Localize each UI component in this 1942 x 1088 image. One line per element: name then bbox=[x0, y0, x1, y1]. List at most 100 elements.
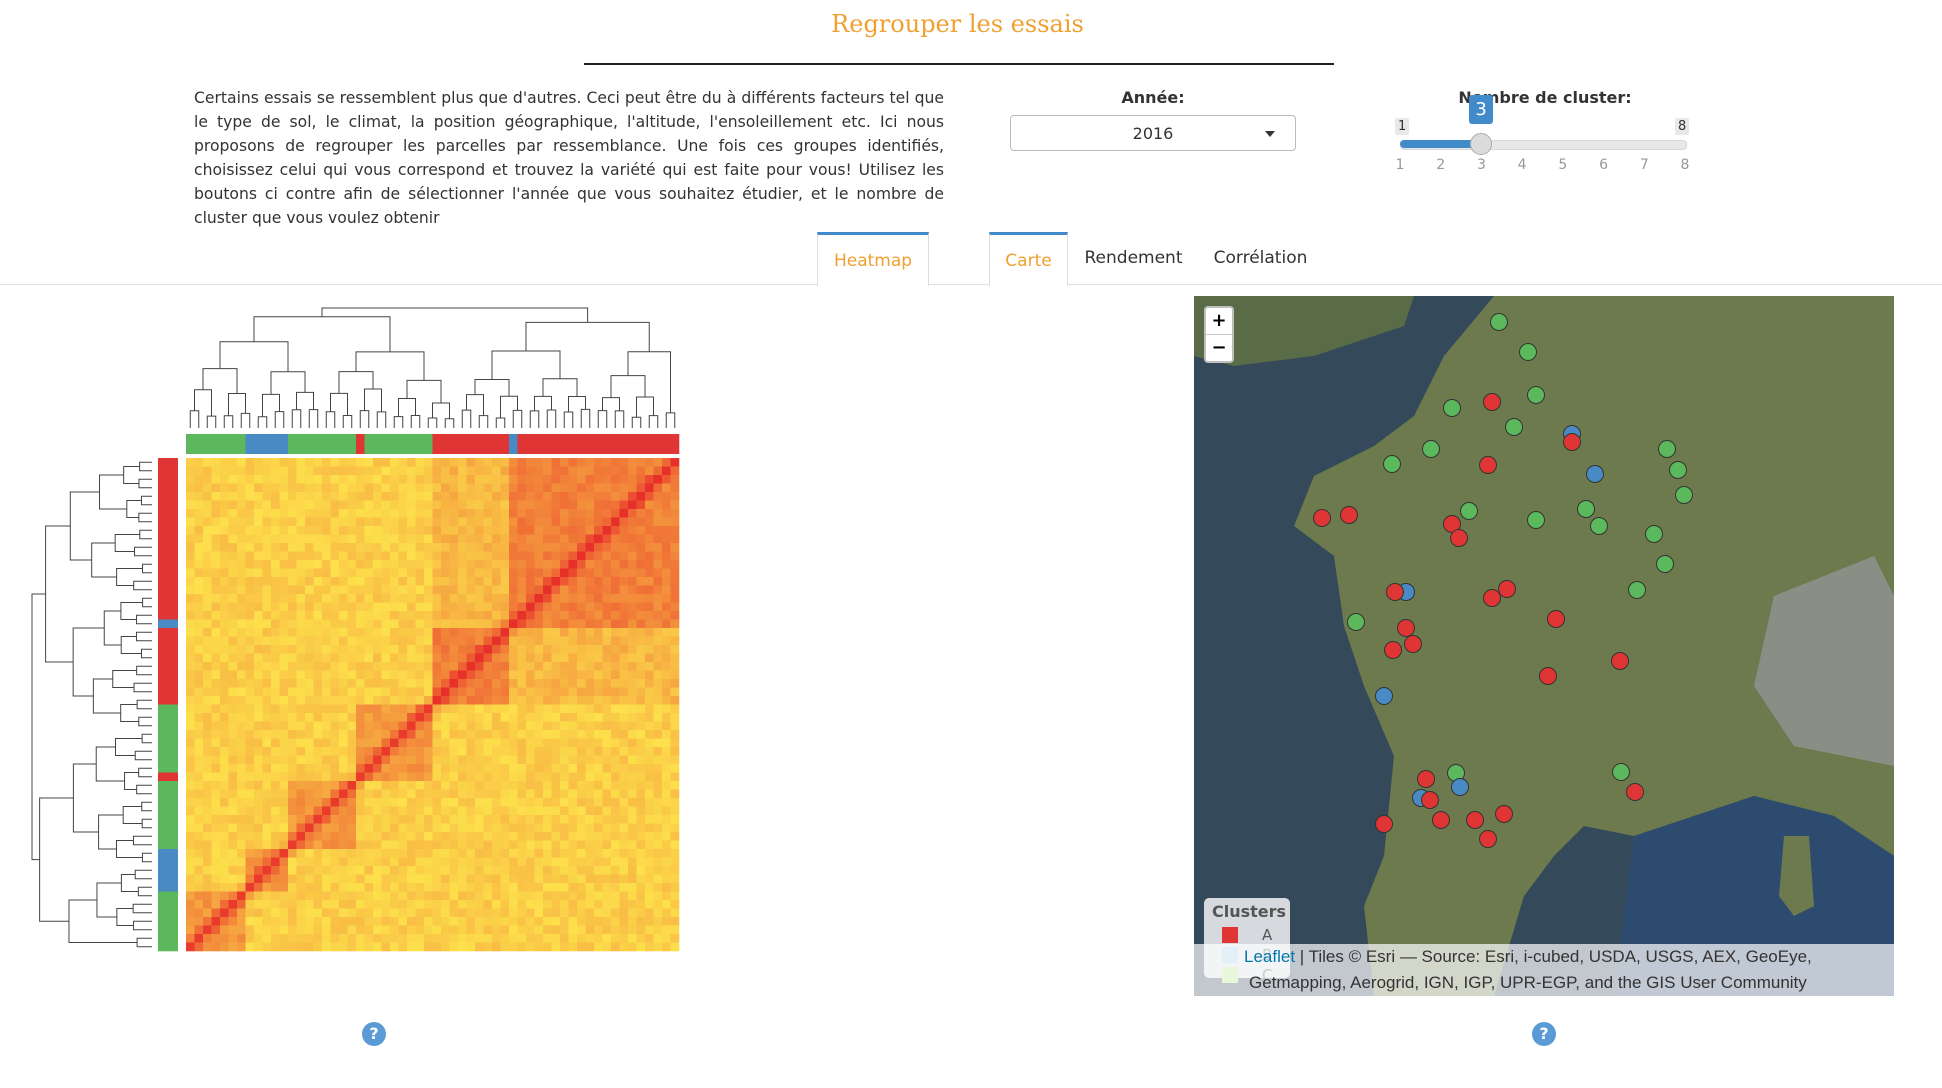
tab-rendement[interactable]: Rendement bbox=[1080, 232, 1187, 285]
slider-fill bbox=[1400, 140, 1482, 148]
heatmap-cell bbox=[271, 815, 280, 824]
heatmap-cell bbox=[186, 772, 195, 782]
tab-heatmap[interactable]: Heatmap bbox=[817, 232, 929, 286]
heatmap-cell bbox=[636, 526, 646, 535]
heatmap-cell bbox=[509, 687, 518, 697]
slider-handle[interactable] bbox=[1470, 133, 1493, 155]
heatmap-cell bbox=[662, 917, 671, 926]
dendrogram-branch bbox=[461, 409, 472, 428]
attribution-text-2: Getmapping, Aerogrid, IGN, IGP, UPR-EGP,… bbox=[1249, 973, 1807, 992]
heatmap-cell bbox=[390, 577, 399, 586]
map-marker bbox=[1466, 811, 1484, 829]
heatmap-cell bbox=[466, 687, 476, 697]
heatmap-cell bbox=[271, 687, 280, 697]
heatmap-cell bbox=[305, 738, 314, 748]
heatmap-cell bbox=[611, 934, 620, 943]
heatmap-cell bbox=[330, 883, 340, 892]
heatmap-cell bbox=[509, 832, 518, 841]
heatmap-cell bbox=[271, 891, 280, 901]
heatmap-cell bbox=[560, 721, 569, 731]
heatmap-cell bbox=[279, 483, 289, 493]
heatmap-cell bbox=[509, 696, 518, 705]
heatmap-cell bbox=[305, 781, 314, 790]
heatmap-cell bbox=[475, 619, 484, 629]
heatmap-cell bbox=[262, 636, 272, 646]
heatmap-cell bbox=[619, 908, 629, 918]
tab-correlation[interactable]: Corrélation bbox=[1208, 232, 1313, 285]
heatmap-cell bbox=[475, 866, 484, 875]
heatmap-cell bbox=[356, 738, 365, 748]
heatmap-cell bbox=[186, 849, 195, 858]
heatmap-cell bbox=[475, 483, 484, 493]
heatmap-cell bbox=[509, 755, 518, 765]
heatmap-cell bbox=[662, 517, 671, 527]
map-marker bbox=[1460, 502, 1478, 520]
heatmap-cell bbox=[194, 704, 204, 714]
heatmap-cell bbox=[662, 687, 671, 697]
year-select[interactable]: 2016 bbox=[1010, 115, 1296, 151]
heatmap-cell bbox=[220, 585, 229, 595]
dendrogram-branch bbox=[136, 699, 152, 710]
tab-carte[interactable]: Carte bbox=[989, 232, 1068, 286]
heatmap-cell bbox=[424, 704, 433, 714]
heatmap-cell bbox=[313, 772, 323, 782]
map-tiles[interactable] bbox=[1194, 296, 1894, 996]
heatmap-cell bbox=[228, 526, 238, 535]
heatmap-cell bbox=[390, 492, 399, 501]
heatmap-cell bbox=[228, 755, 238, 765]
heatmap-cell bbox=[526, 636, 535, 646]
leaflet-link[interactable]: Leaflet bbox=[1244, 947, 1295, 966]
heatmap-cell bbox=[560, 560, 569, 569]
heatmap-cell bbox=[636, 857, 646, 867]
heatmap-cell bbox=[262, 883, 272, 892]
heatmap-cell bbox=[347, 636, 357, 646]
heatmap-cell bbox=[594, 534, 603, 544]
heatmap-cell bbox=[449, 908, 459, 918]
heatmap-cell bbox=[534, 483, 544, 493]
heatmap-cell bbox=[415, 942, 425, 952]
heatmap-cell bbox=[339, 934, 348, 943]
heatmap-cell bbox=[228, 764, 238, 773]
heatmap-cell bbox=[449, 679, 459, 688]
page-title: Regrouper les essais bbox=[831, 10, 1084, 38]
map-marker bbox=[1375, 687, 1393, 705]
heatmap-cell bbox=[662, 738, 671, 748]
map-marker bbox=[1450, 529, 1468, 547]
heatmap-cell bbox=[398, 721, 408, 731]
heatmap-cell bbox=[245, 806, 255, 816]
heatmap-cell bbox=[585, 687, 595, 697]
heatmap-cell bbox=[492, 721, 501, 731]
heatmap-cell bbox=[237, 781, 246, 790]
cluster-map[interactable]: + − Clusters A B C Leaflet | Tiles © Esr… bbox=[1194, 296, 1894, 996]
heatmap-cell bbox=[636, 772, 646, 782]
zoom-out-button[interactable]: − bbox=[1206, 334, 1232, 361]
heatmap-cell bbox=[560, 730, 569, 739]
heatmap-cell bbox=[347, 883, 357, 892]
heatmap-cell bbox=[509, 670, 518, 680]
heatmap-cell bbox=[449, 789, 459, 799]
help-icon[interactable]: ? bbox=[362, 1022, 386, 1046]
heatmap-cell bbox=[203, 713, 212, 722]
heatmap-cell bbox=[602, 500, 612, 510]
heatmap-cell bbox=[296, 662, 306, 671]
heatmap-cell bbox=[483, 662, 493, 671]
zoom-in-button[interactable]: + bbox=[1206, 308, 1232, 334]
heatmap-cell bbox=[220, 653, 229, 663]
map-marker bbox=[1422, 440, 1440, 458]
heatmap-cell bbox=[577, 806, 586, 816]
cluster-slider[interactable]: 1 8 3 12345678 bbox=[1395, 95, 1695, 185]
heatmap-cell bbox=[288, 602, 297, 612]
heatmap-cell bbox=[347, 458, 357, 467]
help-icon[interactable]: ? bbox=[1532, 1022, 1556, 1046]
heatmap-cell bbox=[483, 883, 493, 892]
heatmap-cell bbox=[500, 925, 510, 935]
heatmap-cell bbox=[594, 509, 603, 518]
dendrogram-branch bbox=[308, 409, 319, 428]
heatmap-cell bbox=[670, 891, 680, 901]
heatmap-cell bbox=[279, 883, 289, 892]
heatmap-cell bbox=[245, 755, 255, 765]
dendrogram-branch bbox=[96, 882, 122, 918]
heatmap-cell bbox=[577, 645, 586, 654]
heatmap-cell bbox=[432, 866, 442, 875]
column-cluster-bar bbox=[628, 434, 637, 454]
